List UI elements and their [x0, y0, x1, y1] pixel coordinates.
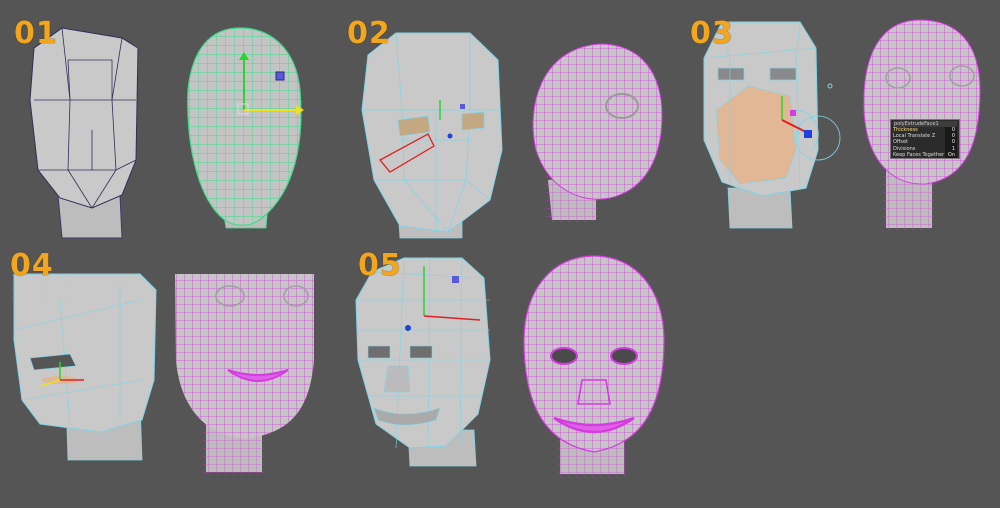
step-number-05: 05 — [358, 248, 402, 283]
viewport-05-smooth-head[interactable] — [0, 0, 1000, 508]
step-number-04: 04 — [10, 248, 54, 283]
step-number-02: 02 — [347, 16, 391, 51]
step-number-03: 03 — [690, 16, 734, 51]
step-number-01: 01 — [14, 16, 58, 51]
